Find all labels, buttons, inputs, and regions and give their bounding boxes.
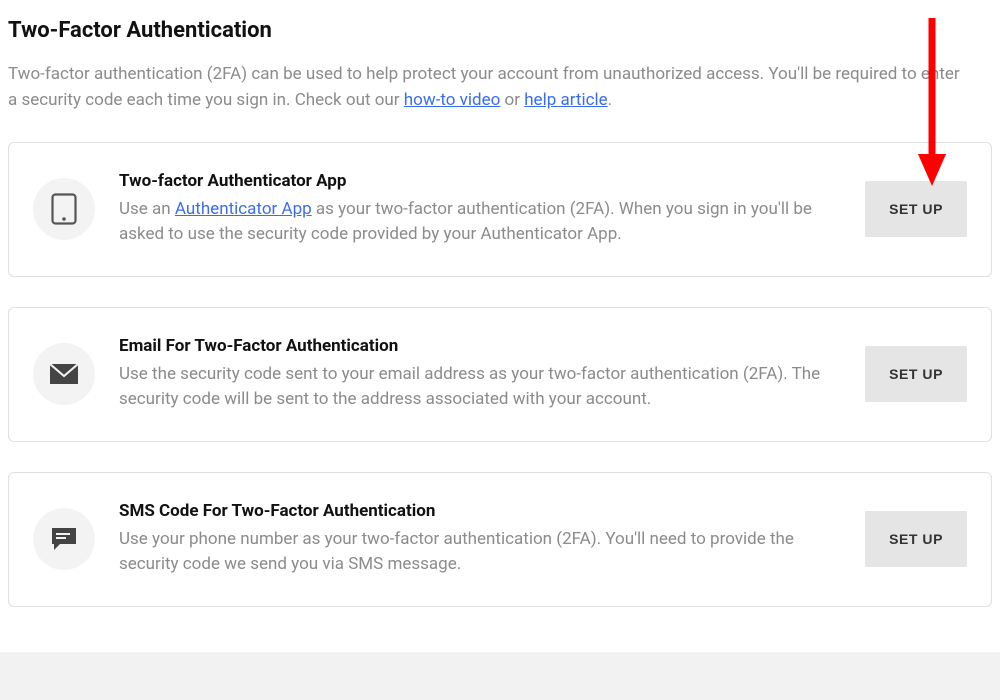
page-desc-middle: or <box>500 90 524 110</box>
twofactor-method-email: Email For Two-Factor Authentication Use … <box>8 307 992 442</box>
howto-video-link[interactable]: how-to video <box>404 90 501 110</box>
tablet-icon <box>33 178 95 240</box>
page-title: Two-Factor Authentication <box>8 18 992 43</box>
page-desc-suffix: . <box>608 90 612 110</box>
envelope-icon <box>33 343 95 405</box>
page-description: Two-factor authentication (2FA) can be u… <box>8 61 968 114</box>
method-email-desc: Use the security code sent to your email… <box>119 362 839 413</box>
method-app-desc-prefix: Use an <box>119 199 175 219</box>
setup-sms-button[interactable]: SET UP <box>865 511 967 567</box>
method-app-desc: Use an Authenticator App as your two-fac… <box>119 197 839 248</box>
chat-bubble-icon <box>33 508 95 570</box>
footer-bar <box>0 652 1000 700</box>
authenticator-app-link[interactable]: Authenticator App <box>175 199 312 219</box>
twofactor-method-app: Two-factor Authenticator App Use an Auth… <box>8 142 992 277</box>
method-sms-desc: Use your phone number as your two-factor… <box>119 527 839 578</box>
setup-email-button[interactable]: SET UP <box>865 346 967 402</box>
method-sms-title: SMS Code For Two-Factor Authentication <box>119 501 841 521</box>
help-article-link[interactable]: help article <box>524 90 607 110</box>
method-email-title: Email For Two-Factor Authentication <box>119 336 841 356</box>
method-app-title: Two-factor Authenticator App <box>119 171 841 191</box>
twofactor-method-sms: SMS Code For Two-Factor Authentication U… <box>8 472 992 607</box>
setup-app-button[interactable]: SET UP <box>865 181 967 237</box>
